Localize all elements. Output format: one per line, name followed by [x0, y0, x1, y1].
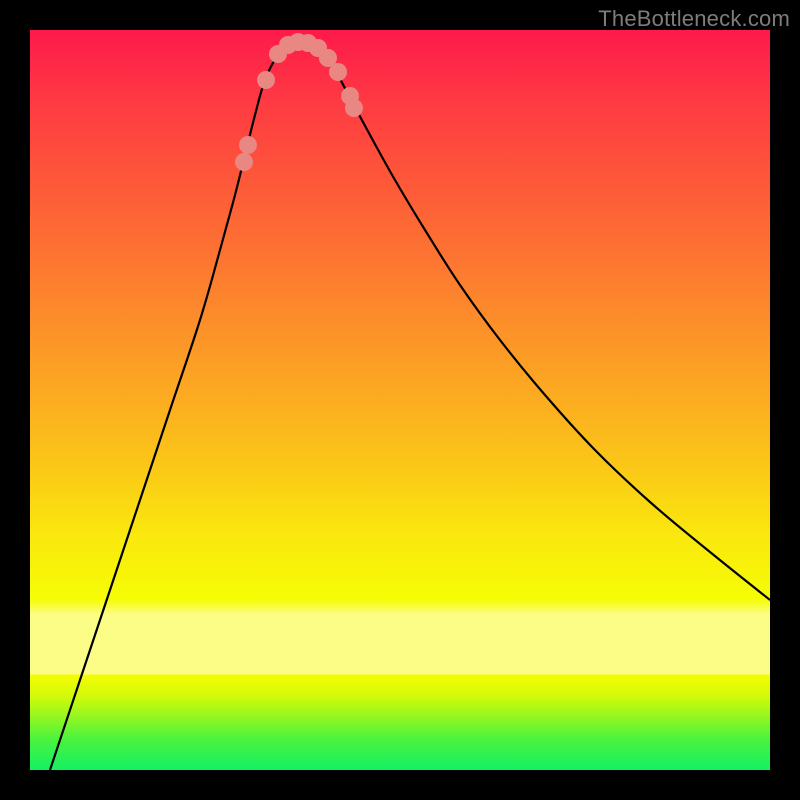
curve-right-branch [305, 42, 770, 600]
watermark-text: TheBottleneck.com [598, 6, 790, 32]
marker-dot [345, 99, 363, 117]
plot-area [30, 30, 770, 770]
marker-dot [257, 71, 275, 89]
marker-group [235, 33, 363, 171]
chart-frame: TheBottleneck.com [0, 0, 800, 800]
marker-dot [235, 153, 253, 171]
marker-dot [239, 136, 257, 154]
marker-dot [329, 63, 347, 81]
curves-layer [30, 30, 770, 770]
curve-left-branch [50, 42, 305, 770]
